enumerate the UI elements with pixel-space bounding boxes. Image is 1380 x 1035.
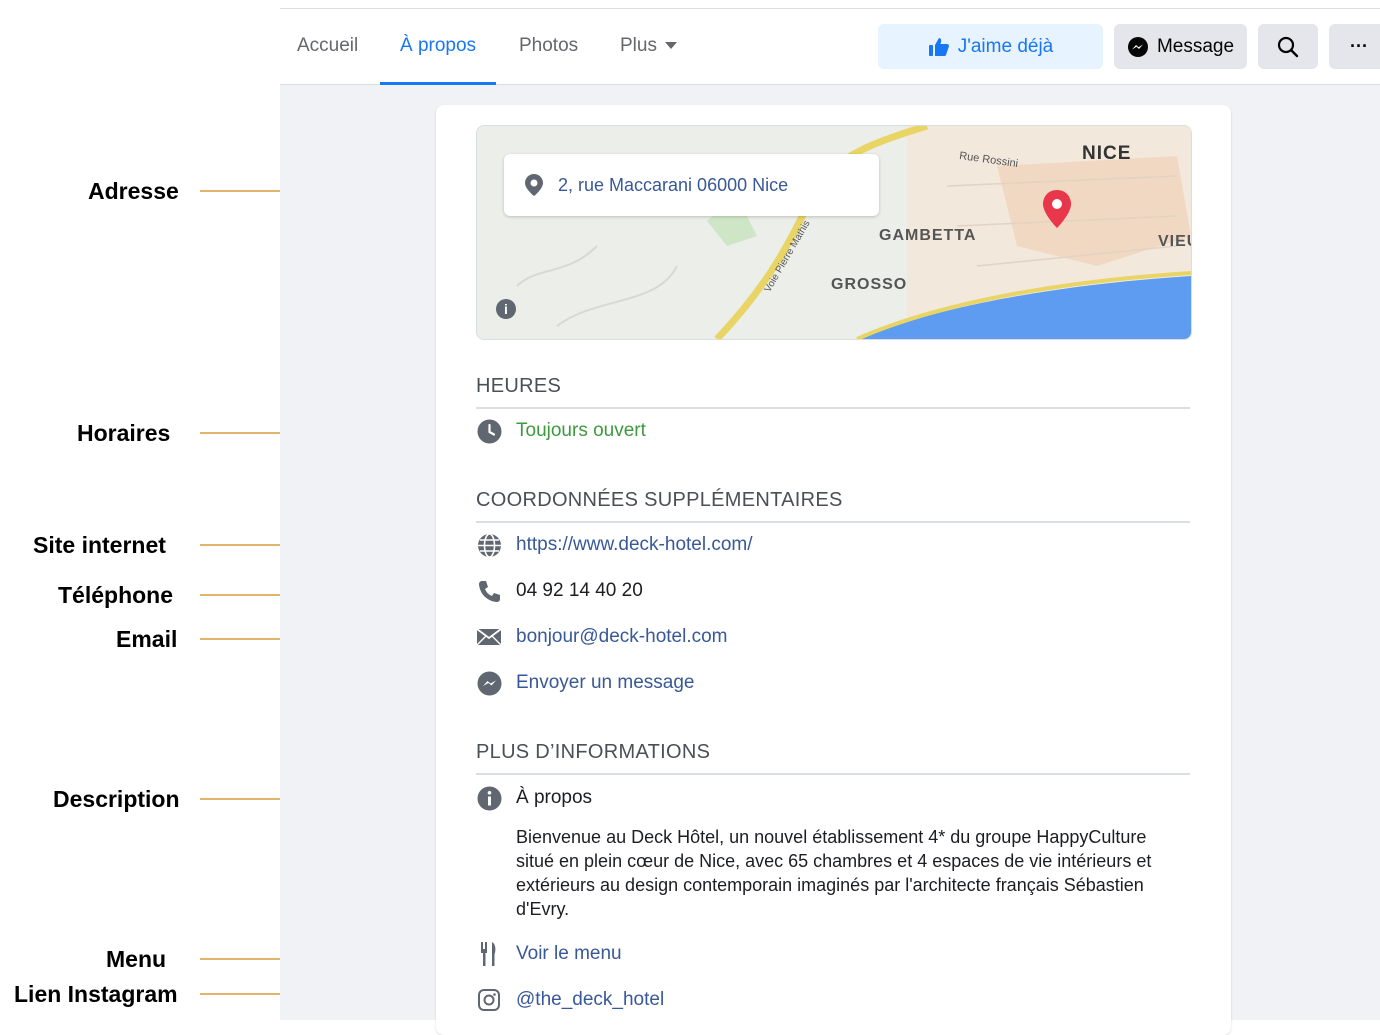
- website-row: https://www.deck-hotel.com/: [476, 532, 753, 558]
- about-row: À propos: [476, 785, 592, 811]
- tab-plus-label: Plus: [620, 35, 657, 56]
- annotation-label: Horaires: [77, 420, 171, 446]
- location-map[interactable]: NICE GAMBETTA GROSSO VIEU Rue Rossini Vo…: [476, 125, 1192, 340]
- website-link[interactable]: https://www.deck-hotel.com/: [516, 534, 753, 556]
- thumbs-up-icon: [928, 37, 949, 56]
- search-button[interactable]: [1258, 24, 1318, 69]
- send-message-link[interactable]: Envoyer un message: [516, 672, 695, 694]
- clock-icon: [476, 418, 502, 444]
- messenger-icon: [476, 670, 502, 696]
- fork-knife-icon: [476, 941, 502, 967]
- map-label-vieu: VIEU: [1158, 233, 1191, 250]
- section-divider: [476, 407, 1190, 409]
- search-icon: [1277, 36, 1299, 57]
- message-button-label: Message: [1156, 35, 1235, 57]
- annotation-label: Email: [116, 626, 178, 652]
- annotation-label: Téléphone: [58, 582, 174, 608]
- map-label-grosso: GROSSO: [831, 276, 908, 293]
- facebook-page: Accueil À propos Photos Plus J'aime déjà…: [280, 0, 1380, 1035]
- more-info-title: PLUS D’INFORMATIONS: [476, 741, 711, 763]
- top-divider: [280, 0, 1380, 9]
- address-box[interactable]: 2, rue Maccarani 06000 Nice: [504, 154, 879, 216]
- annotation-label: Site internet: [33, 532, 166, 558]
- annotation-label: Menu: [106, 946, 167, 972]
- menu-row: Voir le menu: [476, 941, 622, 967]
- email-row: bonjour@deck-hotel.com: [476, 624, 728, 650]
- like-button-label: J'aime déjà: [957, 35, 1054, 57]
- hours-title: HEURES: [476, 375, 562, 397]
- annotation-label: Adresse: [88, 178, 179, 204]
- address-link[interactable]: 2, rue Maccarani 06000 Nice: [558, 175, 788, 196]
- more-icon: ···: [1350, 36, 1368, 56]
- menu-link[interactable]: Voir le menu: [516, 943, 622, 965]
- annotation-label: Description: [53, 786, 180, 812]
- phone-icon: [476, 578, 502, 604]
- about-description: Bienvenue au Deck Hôtel, un nouvel établ…: [516, 827, 1152, 919]
- email-link[interactable]: bonjour@deck-hotel.com: [516, 626, 728, 648]
- globe-icon: [476, 532, 502, 558]
- more-options-button[interactable]: ···: [1329, 24, 1380, 69]
- map-label-nice: NICE: [1082, 143, 1132, 164]
- tab-plus[interactable]: Plus: [620, 9, 677, 84]
- envelope-icon: [476, 624, 502, 650]
- location-pin-icon: [525, 174, 543, 196]
- annotation-label: Lien Instagram: [14, 981, 178, 1007]
- message-button[interactable]: Message: [1114, 24, 1247, 69]
- messenger-icon: [1127, 36, 1148, 57]
- contact-title: COORDONNÉES SUPPLÉMENTAIRES: [476, 489, 843, 511]
- info-icon: [476, 785, 502, 811]
- phone-number[interactable]: 04 92 14 40 20: [516, 580, 643, 602]
- caret-down-icon: [664, 42, 677, 50]
- instagram-link[interactable]: @the_deck_hotel: [516, 989, 664, 1011]
- map-info-icon[interactable]: i: [496, 299, 516, 319]
- like-button[interactable]: J'aime déjà: [878, 24, 1103, 69]
- instagram-icon: [476, 987, 502, 1013]
- section-divider: [476, 773, 1190, 775]
- instagram-row: @the_deck_hotel: [476, 987, 664, 1013]
- tab-photos[interactable]: Photos: [519, 9, 578, 84]
- map-label-gambetta: GAMBETTA: [879, 227, 977, 244]
- hours-row: Toujours ouvert: [476, 418, 646, 444]
- tab-a-propos[interactable]: À propos: [379, 9, 497, 85]
- page-navbar: Accueil À propos Photos Plus J'aime déjà…: [280, 9, 1380, 85]
- tab-accueil[interactable]: Accueil: [297, 9, 358, 84]
- about-card: NICE GAMBETTA GROSSO VIEU Rue Rossini Vo…: [436, 105, 1231, 1035]
- phone-row: 04 92 14 40 20: [476, 578, 643, 604]
- section-divider: [476, 521, 1190, 523]
- about-heading: À propos: [516, 787, 593, 808]
- hours-status: Toujours ouvert: [516, 420, 646, 441]
- messenger-row: Envoyer un message: [476, 670, 695, 696]
